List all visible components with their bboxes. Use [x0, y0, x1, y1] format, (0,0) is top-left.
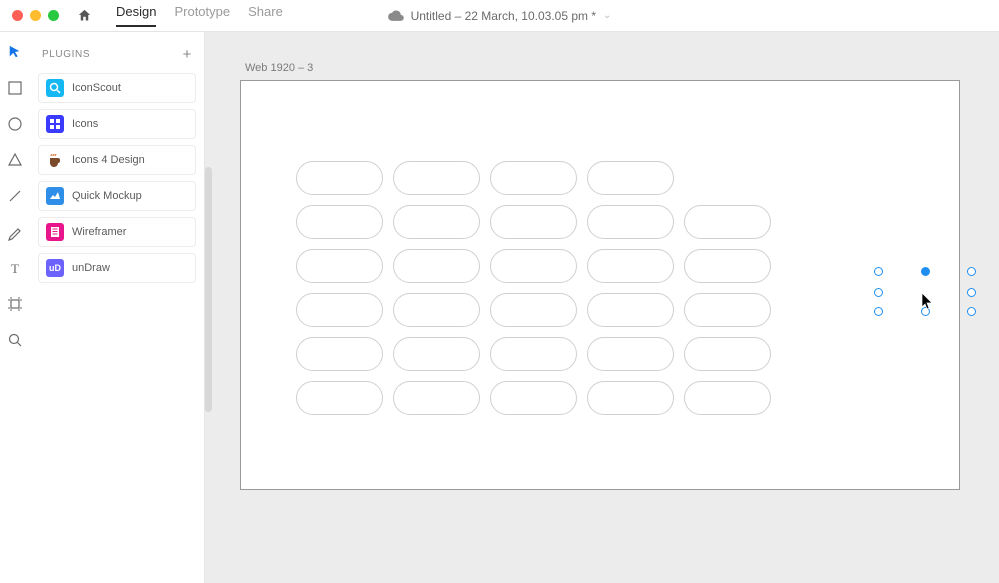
plugin-list: IconScout Icons Icons 4 Design Quick Mockup… — [38, 73, 196, 283]
pill-shape[interactable] — [296, 249, 383, 283]
document-title-text: Untitled – 22 March, 10.03.05 pm * — [411, 9, 596, 23]
pill-shape[interactable] — [490, 293, 577, 327]
home-button[interactable] — [77, 8, 92, 23]
pill-shape[interactable] — [684, 381, 771, 415]
plugins-panel-header: PLUGINS + — [42, 46, 192, 63]
pill-shape[interactable] — [296, 205, 383, 239]
main-layout: T PLUGINS + IconScout Icons Icons 4 Design… — [0, 32, 999, 583]
artboard-label[interactable]: Web 1920 – 3 — [245, 62, 964, 74]
pill-shape[interactable] — [684, 293, 771, 327]
pill-grid — [296, 161, 904, 415]
plugin-item[interactable]: uD unDraw — [38, 253, 196, 283]
pill-shape[interactable] — [393, 293, 480, 327]
resize-handle-tr[interactable] — [967, 267, 976, 276]
window-close-button[interactable] — [12, 10, 23, 21]
plugin-item[interactable]: Wireframer — [38, 217, 196, 247]
pill-shape[interactable] — [587, 293, 674, 327]
selection-bounds — [878, 271, 972, 312]
artboard[interactable] — [240, 80, 960, 490]
document-title-dropdown[interactable]: Untitled – 22 March, 10.03.05 pm * ⌄ — [388, 9, 612, 23]
pill-shape[interactable] — [393, 161, 480, 195]
selected-pill-slot — [684, 161, 771, 195]
pill-shape[interactable] — [684, 337, 771, 371]
pill-shape[interactable] — [684, 249, 771, 283]
window-minimize-button[interactable] — [30, 10, 41, 21]
text-tool[interactable]: T — [7, 260, 23, 276]
pill-shape[interactable] — [296, 161, 383, 195]
plugin-item[interactable]: Icons — [38, 109, 196, 139]
pill-shape[interactable] — [587, 381, 674, 415]
pill-shape[interactable] — [490, 161, 577, 195]
resize-handle-br[interactable] — [967, 307, 976, 316]
plugin-item-label: unDraw — [72, 262, 110, 274]
window-maximize-button[interactable] — [48, 10, 59, 21]
undraw-icon: uD — [46, 259, 64, 277]
pill-shape[interactable] — [684, 205, 771, 239]
rectangle-tool[interactable] — [7, 80, 23, 96]
plugins-panel-title: PLUGINS — [42, 49, 90, 60]
plugin-item-label: Icons 4 Design — [72, 154, 145, 166]
tool-strip: T — [0, 32, 30, 583]
artboard-tool[interactable] — [7, 296, 23, 312]
pill-shape[interactable] — [490, 337, 577, 371]
plugin-item[interactable]: IconScout — [38, 73, 196, 103]
canvas-area[interactable]: Web 1920 – 3 — [205, 32, 999, 583]
select-tool[interactable] — [7, 44, 23, 60]
plugin-item-label: Wireframer — [72, 226, 126, 238]
zoom-tool[interactable] — [7, 332, 23, 348]
pill-shape[interactable] — [296, 381, 383, 415]
pill-shape[interactable] — [490, 205, 577, 239]
tab-share[interactable]: Share — [248, 4, 283, 27]
pill-shape[interactable] — [393, 249, 480, 283]
pen-tool[interactable] — [7, 224, 23, 240]
plugin-item[interactable]: Icons 4 Design — [38, 145, 196, 175]
mockup-icon — [46, 187, 64, 205]
pill-shape[interactable] — [490, 249, 577, 283]
resize-handle-ml[interactable] — [874, 288, 883, 297]
pill-shape[interactable] — [296, 337, 383, 371]
selected-object[interactable] — [878, 271, 972, 312]
pill-shape[interactable] — [587, 337, 674, 371]
resize-handle-tm[interactable] — [921, 267, 930, 276]
resize-handle-tl[interactable] — [874, 267, 883, 276]
polygon-tool[interactable] — [7, 152, 23, 168]
cloud-icon — [388, 10, 404, 21]
chevron-down-icon: ⌄ — [603, 10, 611, 21]
pill-shape[interactable] — [393, 381, 480, 415]
window-controls — [12, 10, 59, 21]
tab-design[interactable]: Design — [116, 4, 156, 27]
pill-shape[interactable] — [296, 293, 383, 327]
plugins-panel: PLUGINS + IconScout Icons Icons 4 Design Qu… — [30, 32, 205, 583]
plugin-item-label: Quick Mockup — [72, 190, 142, 202]
pill-shape[interactable] — [587, 249, 674, 283]
pill-shape[interactable] — [587, 161, 674, 195]
add-plugin-button[interactable]: + — [183, 46, 192, 63]
ellipse-tool[interactable] — [7, 116, 23, 132]
icons-plugin-icon — [46, 115, 64, 133]
iconscout-icon — [46, 79, 64, 97]
pill-shape[interactable] — [393, 205, 480, 239]
plugin-item[interactable]: Quick Mockup — [38, 181, 196, 211]
pill-shape[interactable] — [393, 337, 480, 371]
vertical-scrollbar[interactable] — [205, 167, 212, 412]
svg-text:T: T — [11, 261, 19, 276]
mode-tabs: Design Prototype Share — [116, 4, 283, 27]
resize-handle-mr[interactable] — [967, 288, 976, 297]
pill-shape[interactable] — [587, 205, 674, 239]
coffee-cup-icon — [46, 151, 64, 169]
plugin-item-label: Icons — [72, 118, 98, 130]
resize-handle-bl[interactable] — [874, 307, 883, 316]
plugin-item-label: IconScout — [72, 82, 121, 94]
titlebar: Design Prototype Share Untitled – 22 Mar… — [0, 0, 999, 32]
wireframer-icon — [46, 223, 64, 241]
resize-handle-bm[interactable] — [921, 307, 930, 316]
pill-shape[interactable] — [490, 381, 577, 415]
line-tool[interactable] — [7, 188, 23, 204]
tab-prototype[interactable]: Prototype — [174, 4, 230, 27]
